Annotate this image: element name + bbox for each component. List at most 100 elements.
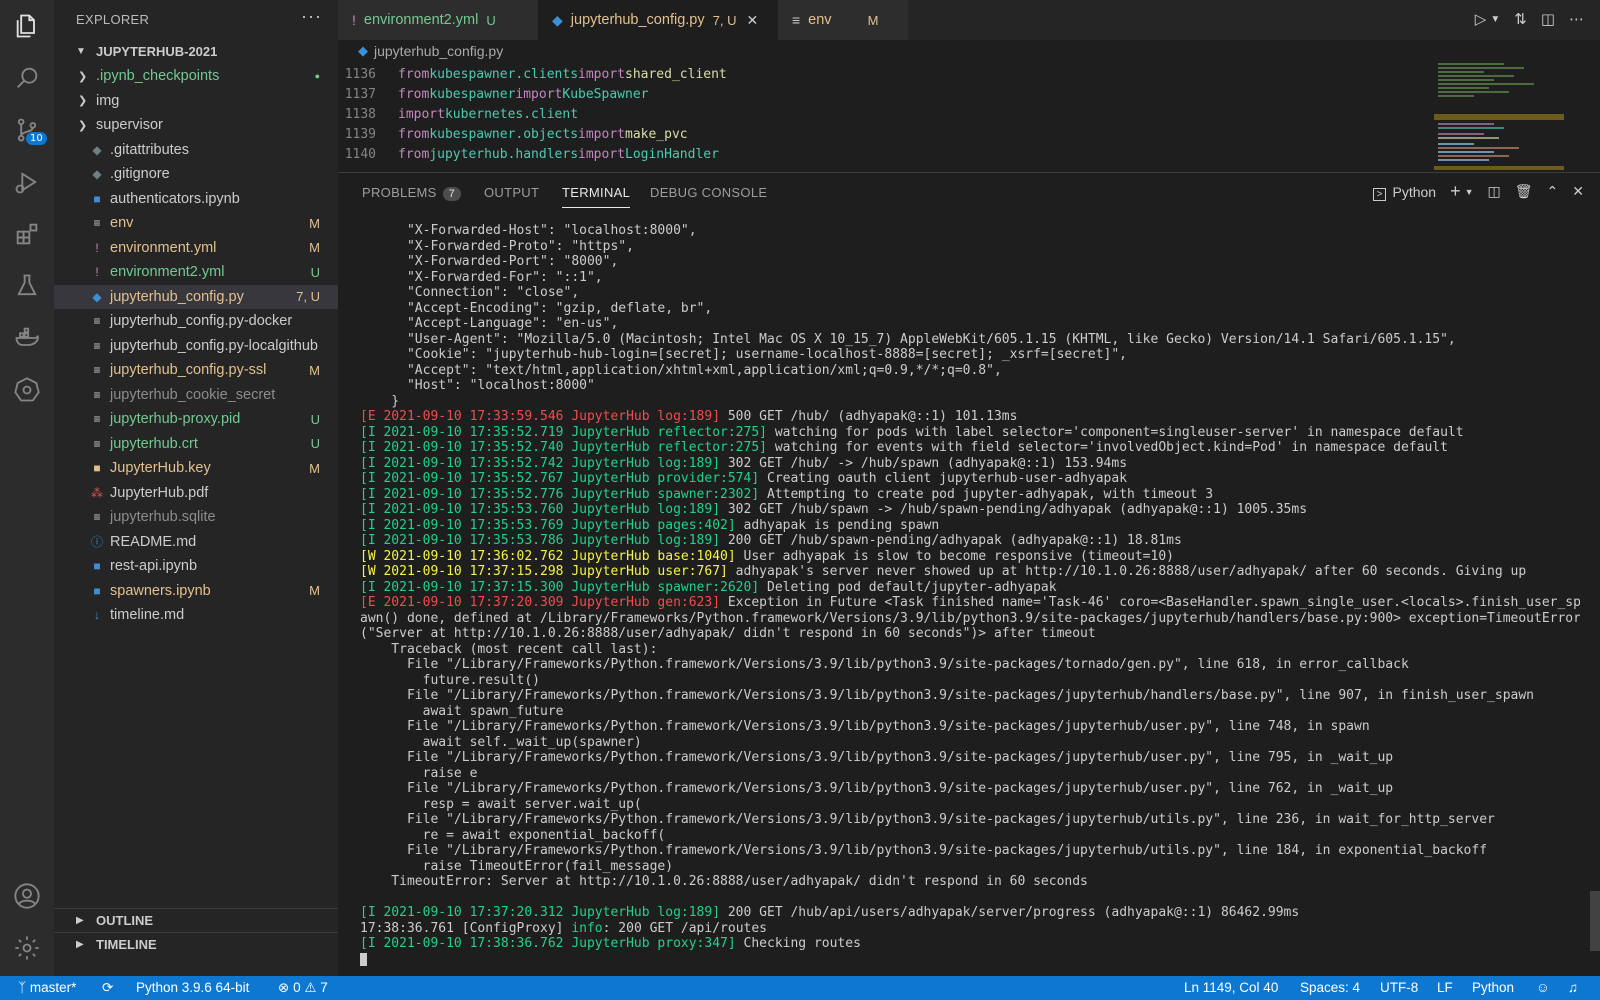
- log-message: User adhyapak is slow to become responsi…: [735, 548, 1174, 564]
- file-tree-item[interactable]: ❯ .ipynb_checkpoints ●: [54, 64, 338, 89]
- search-icon[interactable]: [0, 52, 54, 104]
- file-tree-item[interactable]: ! environment2.yml U: [54, 260, 338, 285]
- trash-icon[interactable]: 🗑: [1515, 183, 1533, 200]
- terminal-line: ("Server at http://10.1.0.26:8888/user/a…: [360, 626, 1580, 642]
- terminal-line: File "/Library/Frameworks/Python.framewo…: [360, 688, 1580, 704]
- file-tree-item[interactable]: ≡ jupyterhub.crt U: [54, 432, 338, 457]
- file-tree-item[interactable]: ≡ jupyterhub.sqlite: [54, 505, 338, 530]
- outline-section[interactable]: ▶ OUTLINE: [54, 908, 338, 932]
- tab-env[interactable]: ≡ env M: [778, 0, 908, 40]
- testing-icon[interactable]: [0, 260, 54, 312]
- tab-jupyterhub-config-py[interactable]: ◆ jupyterhub_config.py 7, U ✕: [538, 0, 778, 40]
- source-control-icon[interactable]: 10: [0, 104, 54, 156]
- close-icon[interactable]: ✕: [746, 12, 758, 29]
- terminal-line: "Accept-Encoding": "gzip, deflate, br",: [360, 301, 1580, 317]
- editor-tabs: ! environment2.yml U ◆ jupyterhub_config…: [338, 0, 1600, 40]
- file-tree-item[interactable]: ≡ env M: [54, 211, 338, 236]
- terminal-output[interactable]: "X-Forwarded-Host": "localhost:8000", "X…: [360, 223, 1580, 967]
- file-tree-item[interactable]: ■ authenticators.ipynb: [54, 187, 338, 212]
- terminal-line: "X-Forwarded-For": "::1",: [360, 270, 1580, 286]
- chevron-down-icon[interactable]: ▼: [1465, 187, 1474, 197]
- file-tree-item[interactable]: ❯ supervisor: [54, 113, 338, 138]
- explorer-icon[interactable]: [0, 0, 54, 52]
- terminal-line: [I 2021-09-10 17:37:15.300 JupyterHub sp…: [360, 580, 1580, 596]
- cursor-position[interactable]: Ln 1149, Col 40: [1184, 980, 1278, 995]
- file-tree-item[interactable]: ⁂ JupyterHub.pdf: [54, 481, 338, 506]
- activity-bar: 10: [0, 0, 54, 976]
- problems-indicator[interactable]: ⊗ 0 ⚠ 7: [278, 980, 328, 996]
- file-tree-item[interactable]: ◆ .gitignore: [54, 162, 338, 187]
- workspace-folder[interactable]: ▼ JUPYTERHUB-2021: [54, 40, 338, 62]
- git-status-badge: U: [310, 411, 320, 427]
- file-tree-item[interactable]: ≡ jupyterhub-proxy.pid U: [54, 407, 338, 432]
- python-interpreter[interactable]: Python 3.9.6 64-bit: [136, 980, 249, 995]
- account-icon[interactable]: [0, 870, 54, 922]
- log-message: : 200 GET /api/routes: [602, 920, 768, 936]
- log-message: "Connection": "close",: [360, 285, 580, 300]
- extensions-icon[interactable]: [0, 208, 54, 260]
- file-tree-item[interactable]: ◆ jupyterhub_config.py 7, U: [54, 284, 338, 309]
- terminal-shell-selector[interactable]: > Python: [1372, 184, 1436, 201]
- tab-debug-console[interactable]: DEBUG CONSOLE: [650, 185, 767, 200]
- file-tree-item[interactable]: ! environment.yml M: [54, 236, 338, 261]
- log-message: Deleting pod default/jupyter-adhyapak: [759, 579, 1057, 595]
- terminal-scrollbar[interactable]: [1590, 891, 1600, 951]
- file-tree-item-name: img: [96, 92, 120, 109]
- timeline-section[interactable]: ▶ TIMELINE: [54, 932, 338, 956]
- encoding[interactable]: UTF-8: [1380, 980, 1418, 995]
- file-tree-item[interactable]: ◆ .gitattributes: [54, 138, 338, 163]
- close-panel-icon[interactable]: ✕: [1572, 183, 1584, 200]
- notifications-bell-icon[interactable]: ♫: [1568, 980, 1578, 995]
- git-status-badge: M: [309, 583, 320, 599]
- explorer-more-actions-button[interactable]: ···: [301, 6, 322, 27]
- language-mode[interactable]: Python: [1472, 980, 1514, 995]
- code-editor[interactable]: 1136 from kubespawner.clients import shar…: [338, 64, 1600, 172]
- log-message: TimeoutError: Server at http://10.1.0.26…: [360, 874, 1088, 889]
- new-terminal-icon[interactable]: +: [1450, 181, 1461, 202]
- open-changes-icon[interactable]: ⇅: [1514, 10, 1527, 28]
- tab-terminal[interactable]: TERMINAL: [562, 185, 631, 208]
- log-message: 17:38:36.761 [ConfigProxy]: [360, 920, 572, 936]
- sync-icon[interactable]: ⟳: [102, 980, 113, 996]
- terminal-line: File "/Library/Frameworks/Python.framewo…: [360, 750, 1580, 766]
- maximize-panel-icon[interactable]: ⌃: [1547, 183, 1559, 200]
- kubernetes-icon[interactable]: [0, 364, 54, 416]
- split-terminal-icon[interactable]: ◫: [1488, 183, 1501, 200]
- branch-indicator[interactable]: ᛉ master*: [18, 980, 76, 995]
- log-message: "Cookie": "jupyterhub-hub-login=[secret]…: [360, 347, 1128, 362]
- file-tree-item[interactable]: ■ rest-api.ipynb: [54, 554, 338, 579]
- tab-environment2-yml[interactable]: ! environment2.yml U: [338, 0, 538, 40]
- file-tree-item[interactable]: ≡ jupyterhub_config.py-ssl M: [54, 358, 338, 383]
- feedback-icon[interactable]: ☺: [1536, 980, 1550, 995]
- run-debug-icon[interactable]: [0, 156, 54, 208]
- log-message: 302 GET /hub/spawn -> /hub/spawn-pending…: [720, 502, 1308, 517]
- file-tree-item[interactable]: ■ JupyterHub.key M: [54, 456, 338, 481]
- file-tree-item-name: authenticators.ipynb: [110, 190, 240, 207]
- file-tree-item[interactable]: ≡ jupyterhub_config.py-localgithub: [54, 334, 338, 359]
- tab-output[interactable]: OUTPUT: [484, 185, 539, 200]
- manage-gear-icon[interactable]: [0, 922, 54, 974]
- run-icon[interactable]: ▷: [1475, 10, 1487, 28]
- file-tree-item[interactable]: ≡ jupyterhub_config.py-docker: [54, 309, 338, 334]
- file-tree-item[interactable]: ↓ timeline.md: [54, 603, 338, 628]
- file-tree-item-name: jupyterhub_config.py-localgithub: [110, 337, 318, 354]
- python-file-icon: ◆: [358, 43, 368, 58]
- more-actions-icon[interactable]: ⋯: [1569, 10, 1584, 28]
- file-tree-item[interactable]: ❯ img: [54, 89, 338, 114]
- split-editor-icon[interactable]: ◫: [1541, 10, 1555, 28]
- indentation[interactable]: Spaces: 4: [1300, 980, 1360, 995]
- minimap[interactable]: [1434, 62, 1564, 172]
- file-tree-item-name: environment.yml: [110, 239, 217, 256]
- chevron-down-icon[interactable]: ▼: [1490, 14, 1500, 28]
- file-tree-item[interactable]: ⓘ README.md: [54, 530, 338, 555]
- docker-icon[interactable]: [0, 312, 54, 364]
- tab-problems[interactable]: PROBLEMS 7: [362, 185, 462, 201]
- terminal-line: raise e: [360, 766, 1580, 782]
- log-message: "X-Forwarded-For": "::1",: [360, 269, 603, 285]
- end-of-line[interactable]: LF: [1437, 980, 1453, 995]
- breadcrumb-file[interactable]: jupyterhub_config.py: [374, 43, 503, 59]
- terminal-prompt[interactable]: [360, 952, 1580, 968]
- terminal-line: 17:38:36.761 [ConfigProxy] info: 200 GET…: [360, 921, 1580, 937]
- file-tree-item[interactable]: ■ spawners.ipynb M: [54, 579, 338, 604]
- file-tree-item[interactable]: ≡ jupyterhub_cookie_secret: [54, 383, 338, 408]
